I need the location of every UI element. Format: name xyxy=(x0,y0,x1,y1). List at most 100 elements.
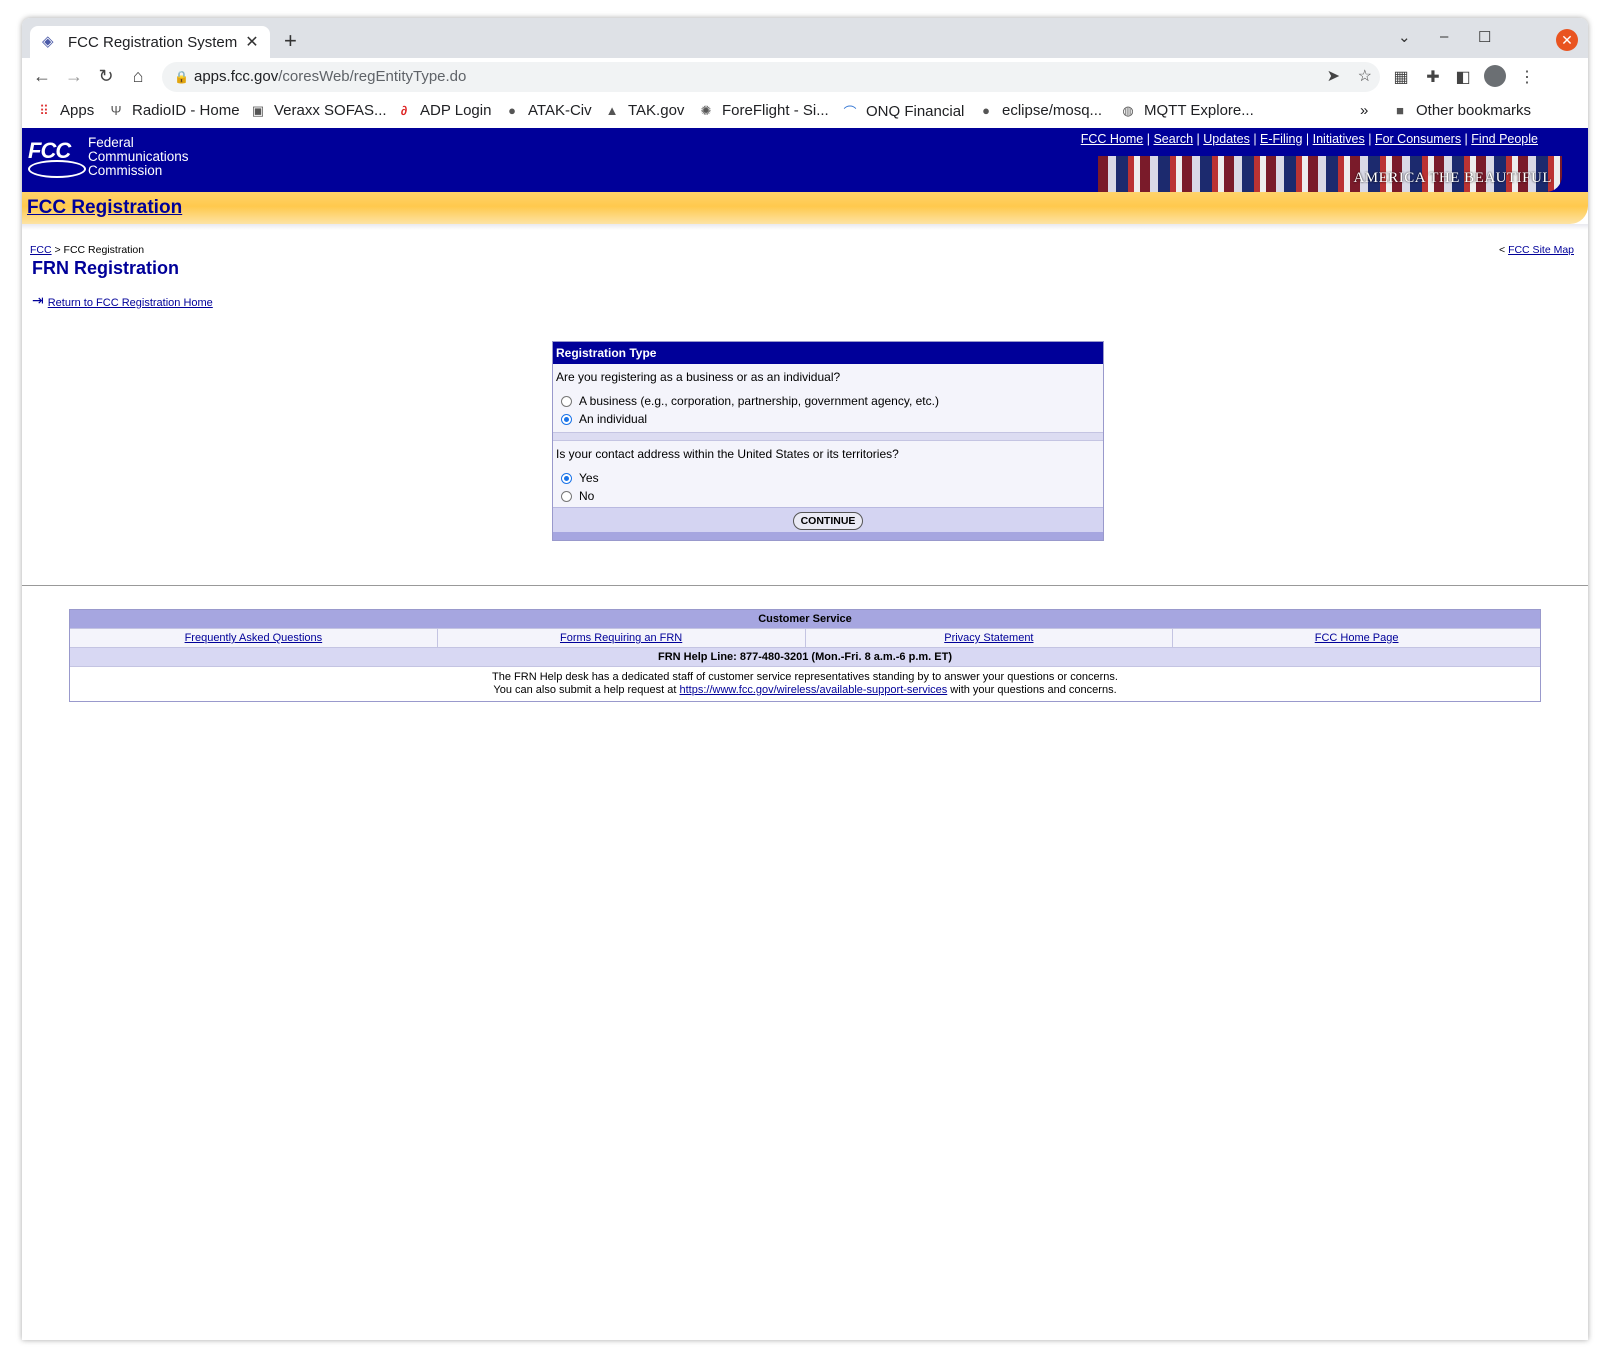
top-nav-links: FCC Home | Search | Updates | E-Filing |… xyxy=(1080,132,1538,146)
home-icon[interactable]: ⌂ xyxy=(126,66,150,87)
link-privacy-statement[interactable]: Privacy Statement xyxy=(944,632,1033,644)
customer-service-table: Customer Service Frequently Asked Questi… xyxy=(69,609,1541,702)
back-icon[interactable]: ← xyxy=(30,66,54,87)
help-description: The FRN Help desk has a dedicated staff … xyxy=(70,666,1540,701)
profile-avatar[interactable] xyxy=(1484,65,1506,87)
antenna-icon: Ψ xyxy=(110,103,122,118)
bookmark-onq[interactable]: ⌒ ONQ Financial xyxy=(842,102,964,121)
customer-service-links: Frequently Asked Questions Forms Requiri… xyxy=(70,628,1540,647)
send-icon[interactable]: ➤ xyxy=(1327,62,1340,92)
apps-grid-icon: ⠿ xyxy=(39,102,49,118)
fcc-logo-name: Federal Communications Commission xyxy=(88,135,189,178)
reload-icon[interactable]: ↻ xyxy=(94,66,118,87)
return-home: ⇥ Return to FCC Registration Home xyxy=(32,292,213,309)
radio-individual[interactable] xyxy=(561,413,572,425)
link-e-filing[interactable]: E-Filing xyxy=(1260,132,1302,146)
address-bar[interactable]: 🔒 apps.fcc.gov/coresWeb/regEntityType.do… xyxy=(162,62,1380,92)
browser-window: ◈ FCC Registration System ✕ + ⌄ – ☐ ✕ ← … xyxy=(22,18,1588,1340)
option-business[interactable]: A business (e.g., corporation, partnersh… xyxy=(553,394,1103,412)
question-us-address: Is your contact address within the Unite… xyxy=(556,447,899,461)
banner-text: AMERICA THE BEAUTIFUL xyxy=(1353,170,1552,186)
radio-yes[interactable] xyxy=(561,472,572,484)
link-updates[interactable]: Updates xyxy=(1203,132,1250,146)
link-search[interactable]: Search xyxy=(1153,132,1193,146)
tab-close-icon[interactable]: ✕ xyxy=(242,32,262,52)
option-no[interactable]: No xyxy=(553,489,1103,507)
menu-kebab-icon[interactable]: ⋮ xyxy=(1516,67,1538,87)
option-individual[interactable]: An individual xyxy=(553,412,1103,430)
window-close-icon[interactable]: ✕ xyxy=(1556,29,1578,51)
flag-banner: AMERICA THE BEAUTIFUL xyxy=(1098,156,1562,192)
bookmark-mqtt[interactable]: ◍ MQTT Explore... xyxy=(1120,102,1253,119)
page-divider xyxy=(22,585,1588,586)
form-separator xyxy=(553,432,1103,441)
radio-no[interactable] xyxy=(561,490,572,502)
option-yes[interactable]: Yes xyxy=(553,471,1103,489)
breadcrumb: FCC > FCC Registration xyxy=(30,244,145,256)
new-tab-icon[interactable]: + xyxy=(284,28,297,54)
link-for-consumers[interactable]: For Consumers xyxy=(1375,132,1461,146)
radio-business[interactable] xyxy=(561,395,572,407)
link-fcc-home[interactable]: FCC Home xyxy=(1081,132,1144,146)
tab-strip: ◈ FCC Registration System ✕ + ⌄ – ☐ ✕ xyxy=(22,18,1588,58)
bookmark-adp[interactable]: ∂ ADP Login xyxy=(396,102,492,119)
form-footer xyxy=(553,532,1103,540)
folder-icon: ■ xyxy=(1396,103,1404,118)
form-actions: CONTINUE xyxy=(553,507,1103,532)
tab-search-icon[interactable]: ⌄ xyxy=(1398,28,1411,46)
support-services-link[interactable]: https://www.fcc.gov/wireless/available-s… xyxy=(679,684,947,696)
link-forms-requiring-frn[interactable]: Forms Requiring an FRN xyxy=(560,632,682,644)
bookmark-mosquitto[interactable]: ● eclipse/mosq... xyxy=(978,102,1102,119)
bookmarks-overflow[interactable]: » xyxy=(1360,102,1368,119)
minimize-icon[interactable]: – xyxy=(1440,28,1448,45)
return-home-link[interactable]: Return to FCC Registration Home xyxy=(48,297,213,309)
help-line: FRN Help Line: 877-480-3201 (Mon.-Fri. 8… xyxy=(70,647,1540,666)
extensions-icon[interactable]: ✚ xyxy=(1422,67,1444,87)
bookmark-apps[interactable]: ⠿ Apps xyxy=(36,102,94,119)
bookmark-foreflight[interactable]: ✺ ForeFlight - Si... xyxy=(698,102,829,119)
fcc-logo-ring-icon xyxy=(28,160,86,178)
bookmark-atak[interactable]: ● ATAK-Civ xyxy=(504,102,592,119)
site-map-link[interactable]: FCC Site Map xyxy=(1508,244,1574,256)
browser-toolbar: ← → ↻ ⌂ 🔒 apps.fcc.gov/coresWeb/regEntit… xyxy=(22,58,1588,96)
link-faq[interactable]: Frequently Asked Questions xyxy=(185,632,323,644)
fcc-header: FCC Federal Communications Commission FC… xyxy=(22,128,1588,192)
form-heading: Registration Type xyxy=(553,342,1103,364)
bookmark-veraxx[interactable]: ▣ Veraxx SOFAS... xyxy=(250,102,387,119)
continue-button[interactable]: CONTINUE xyxy=(792,512,864,530)
active-tab[interactable]: ◈ FCC Registration System ✕ xyxy=(30,26,270,58)
link-fcc-home-page[interactable]: FCC Home Page xyxy=(1315,632,1399,644)
breadcrumb-fcc-link[interactable]: FCC xyxy=(30,244,52,256)
link-initiatives[interactable]: Initiatives xyxy=(1313,132,1365,146)
globe-icon: ◍ xyxy=(1122,102,1134,118)
bookmark-tak[interactable]: ▲ TAK.gov xyxy=(604,102,685,119)
registration-type-form: Registration Type Are you registering as… xyxy=(552,341,1104,541)
url-text: apps.fcc.gov/coresWeb/regEntityType.do xyxy=(194,68,467,85)
gear-sun-icon: ✺ xyxy=(700,102,712,118)
onq-icon: ⌒ xyxy=(843,105,857,120)
fcc-favicon-icon: ◈ xyxy=(42,33,54,50)
exit-arrow-icon[interactable]: ⇥ xyxy=(32,292,44,309)
tak-icon: ▲ xyxy=(605,103,619,118)
github-icon: ● xyxy=(508,103,516,118)
github-icon: ● xyxy=(982,103,990,118)
adp-icon: ∂ xyxy=(400,103,408,118)
bookmark-radioid[interactable]: Ψ RadioID - Home xyxy=(108,102,240,119)
page-title: FRN Registration xyxy=(32,258,180,278)
lock-icon: 🔒 xyxy=(174,70,189,84)
site-map: < FCC Site Map xyxy=(1499,244,1574,256)
section-bar: FCC Registration xyxy=(22,192,1588,224)
section-title-link[interactable]: FCC Registration xyxy=(27,197,182,219)
page-content: FCC Federal Communications Commission FC… xyxy=(22,128,1588,1340)
star-icon[interactable]: ☆ xyxy=(1358,62,1372,92)
bookmark-other[interactable]: ■ Other bookmarks xyxy=(1392,102,1531,119)
link-find-people[interactable]: Find People xyxy=(1471,132,1538,146)
question-entity-type: Are you registering as a business or as … xyxy=(556,370,841,384)
section-bar-shadow xyxy=(22,224,1588,230)
maximize-icon[interactable]: ☐ xyxy=(1478,28,1491,46)
qr-code-icon[interactable]: ▦ xyxy=(1390,67,1412,87)
building-icon: ▣ xyxy=(251,102,265,118)
customer-service-heading: Customer Service xyxy=(70,610,1540,628)
side-panel-icon[interactable]: ◧ xyxy=(1452,67,1474,87)
forward-icon[interactable]: → xyxy=(62,66,86,87)
